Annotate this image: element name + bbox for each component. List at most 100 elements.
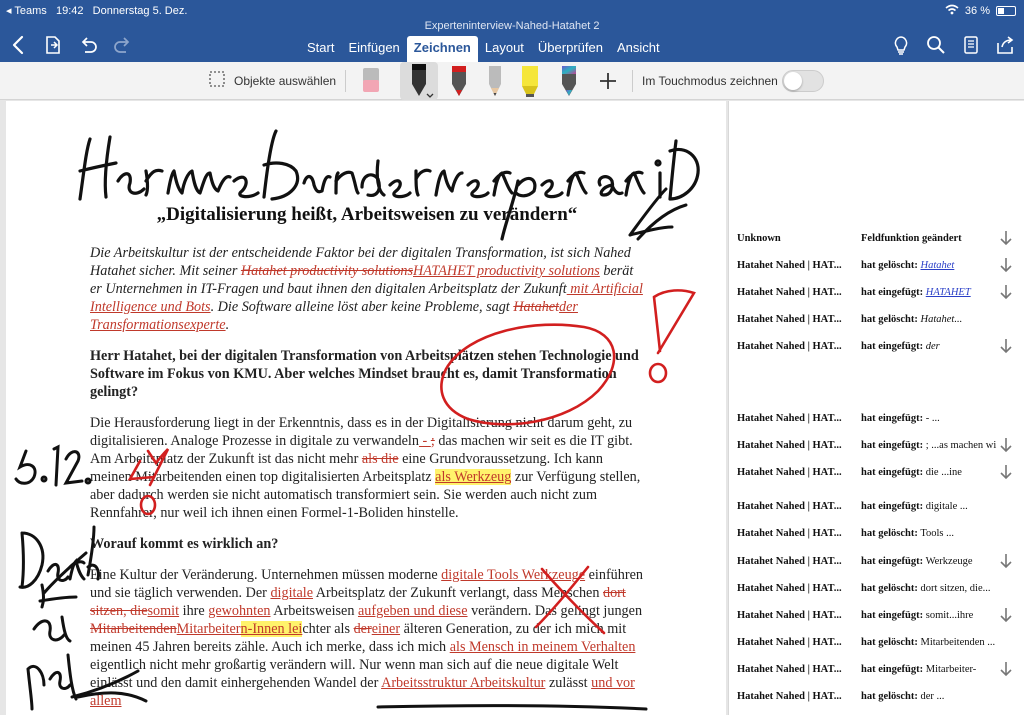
- status-date: Donnerstag 5. Dez.: [92, 5, 188, 17]
- markup-row[interactable]: Hatahet Nahed | HAT... hat eingefügt: som…: [737, 608, 1017, 626]
- markup-author: Hatahet Nahed | HAT...: [737, 691, 842, 702]
- add-pen-icon[interactable]: [597, 62, 619, 100]
- markup-change: hat gelöscht: Hatahet: [861, 260, 997, 271]
- markup-row[interactable]: Hatahet Nahed | HAT... hat eingefügt: Wer…: [737, 554, 1017, 572]
- pen-galaxy-tool[interactable]: [558, 62, 580, 100]
- markup-action: hat eingefügt:: [861, 287, 924, 298]
- markup-header: Unknown Feldfunktion geändert: [737, 231, 1017, 249]
- expand-arrow-icon[interactable]: [999, 256, 1013, 274]
- document-title[interactable]: Experteninterview-Nahed-Hatahet 2: [0, 20, 1024, 32]
- markup-row[interactable]: Hatahet Nahed | HAT... hat eingefügt: ; .…: [737, 438, 1017, 456]
- markup-detail: Werkzeuge: [925, 556, 973, 567]
- expand-arrow-icon[interactable]: [999, 436, 1013, 454]
- pencil-tool[interactable]: [484, 62, 506, 100]
- back-to-app-link[interactable]: ◂ Teams: [6, 5, 47, 17]
- inserted-text: -: [418, 433, 431, 449]
- highlighter-yellow-tool[interactable]: [518, 62, 542, 100]
- markup-row[interactable]: Hatahet Nahed | HAT... hat gelöscht: Hata…: [737, 258, 1017, 276]
- inserted-text: Mitarbeiter: [176, 621, 241, 637]
- search-icon[interactable]: [925, 34, 947, 56]
- inserted-text: digitale Tools Werkzeuge: [441, 567, 586, 583]
- text-run: . Die Software alleine löst aber keine P…: [210, 299, 514, 315]
- markup-change: hat gelöscht: Tools ...: [861, 528, 997, 539]
- markup-detail: dort sitzen, die...: [920, 583, 991, 594]
- text-run: ihre: [179, 603, 209, 619]
- expand-arrow-icon[interactable]: [999, 463, 1013, 481]
- file-icon[interactable]: [42, 34, 64, 56]
- inserted-text: gewohnten: [208, 603, 271, 619]
- markup-author: Hatahet Nahed | HAT...: [737, 556, 842, 567]
- markup-action: hat eingefügt:: [861, 440, 924, 451]
- markup-detail: Mitarbeiter-: [925, 664, 977, 675]
- markup-author: Hatahet Nahed | HAT...: [737, 314, 842, 325]
- tab-ansicht[interactable]: Ansicht: [610, 36, 667, 62]
- tab-einfuegen[interactable]: Einfügen: [341, 36, 406, 62]
- markup-row[interactable]: Hatahet Nahed | HAT... hat gelöscht: der …: [737, 691, 1017, 707]
- markup-row[interactable]: Hatahet Nahed | HAT... hat eingefügt: dig…: [737, 501, 1017, 517]
- markup-row[interactable]: Hatahet Nahed | HAT... hat eingefügt: Mit…: [737, 662, 1017, 680]
- expand-arrow-icon[interactable]: [999, 229, 1013, 247]
- inserted-text: digitale: [270, 585, 313, 601]
- markup-change: hat eingefügt: HATAHET: [861, 287, 997, 298]
- inserted-text: als Mensch in meinem Verhalten: [449, 639, 636, 655]
- pen-red-tool[interactable]: [448, 62, 470, 100]
- share-icon[interactable]: [994, 34, 1016, 56]
- document-body[interactable]: „Digitalisierung heißt, Arbeitsweisen zu…: [90, 204, 644, 715]
- markup-detail: somit...ihre: [925, 610, 974, 621]
- toggle-switch[interactable]: [782, 70, 824, 92]
- interview-question: Worauf kommt es wirklich an?: [90, 536, 279, 552]
- markup-row[interactable]: Hatahet Nahed | HAT... hat gelöscht: Tool…: [737, 528, 1017, 544]
- battery-level: [998, 8, 1004, 14]
- text-run: verändern. Das gelingt jungen: [467, 603, 643, 619]
- expand-arrow-icon[interactable]: [999, 660, 1013, 678]
- markup-row[interactable]: Hatahet Nahed | HAT... hat gelöscht: Mita…: [737, 637, 1017, 653]
- article-title: „Digitalisierung heißt, Arbeitsweisen zu…: [156, 204, 578, 225]
- expand-arrow-icon[interactable]: [999, 283, 1013, 301]
- reading-view-icon[interactable]: [960, 34, 982, 56]
- markup-author: Hatahet Nahed | HAT...: [737, 583, 842, 594]
- expand-arrow-icon[interactable]: [999, 606, 1013, 624]
- markup-header-action: Feldfunktion geändert: [861, 233, 962, 244]
- markup-author: Hatahet Nahed | HAT...: [737, 341, 842, 352]
- touch-mode-text: Im Touchmodus zeichnen: [642, 74, 778, 88]
- redo-icon[interactable]: [112, 34, 134, 56]
- eraser-tool[interactable]: [360, 62, 382, 100]
- inserted-text: aufgeben und diese: [357, 603, 468, 619]
- markup-author: Hatahet Nahed | HAT...: [737, 501, 842, 512]
- expand-arrow-icon[interactable]: [999, 552, 1013, 570]
- markup-change: hat eingefügt: - ...: [861, 413, 997, 424]
- tab-zeichnen[interactable]: Zeichnen: [406, 36, 478, 62]
- markup-action: hat gelöscht:: [861, 528, 918, 539]
- inserted-text: Arbeitsstruktur Arbeitskultur: [381, 675, 546, 691]
- markup-row[interactable]: Hatahet Nahed | HAT... hat eingefügt: HAT…: [737, 285, 1017, 303]
- expand-arrow-icon[interactable]: [999, 337, 1013, 355]
- markup-detail: ; ...as machen wi: [925, 440, 997, 451]
- markup-pane[interactable]: Unknown Feldfunktion geändert Hatahet Na…: [728, 101, 1024, 715]
- undo-icon[interactable]: [77, 34, 99, 56]
- tab-layout[interactable]: Layout: [478, 36, 531, 62]
- touch-mode-toggle[interactable]: [782, 62, 824, 100]
- text-run: Arbeitsweisen: [270, 603, 358, 619]
- markup-row[interactable]: Hatahet Nahed | HAT... hat eingefügt: die…: [737, 465, 1017, 483]
- markup-row[interactable]: Hatahet Nahed | HAT... hat gelöscht: Hata…: [737, 314, 1017, 330]
- ribbon-divider: [632, 70, 633, 92]
- markup-detail: die ...ine: [925, 467, 962, 478]
- select-objects-button[interactable]: Objekte auswählen: [208, 62, 336, 100]
- document-page[interactable]: „Digitalisierung heißt, Arbeitsweisen zu…: [6, 101, 726, 715]
- back-icon[interactable]: [8, 34, 30, 56]
- handwriting-date: [14, 444, 92, 487]
- markup-change: hat gelöscht: der ...: [861, 691, 997, 702]
- lightbulb-icon[interactable]: [890, 34, 912, 56]
- tab-ueberpruefen[interactable]: Überprüfen: [531, 36, 610, 62]
- markup-author: Hatahet Nahed | HAT...: [737, 637, 842, 648]
- text-run: .: [225, 317, 230, 333]
- text-run: zulässt: [545, 675, 592, 691]
- inserted-text: HATAHET productivity solutions: [413, 263, 600, 279]
- pen-black-tool[interactable]: [400, 62, 438, 100]
- tab-start[interactable]: Start: [300, 36, 341, 62]
- markup-row[interactable]: Hatahet Nahed | HAT... hat gelöscht: dort…: [737, 583, 1017, 599]
- markup-row[interactable]: Hatahet Nahed | HAT... hat eingefügt: der: [737, 339, 1017, 357]
- markup-change: hat eingefügt: digitale ...: [861, 501, 997, 512]
- title-bar: ◂ Teams 19:42 Donnerstag 5. Dez. 36 % Ex…: [0, 0, 1024, 62]
- markup-row[interactable]: Hatahet Nahed | HAT... hat eingefügt: - .…: [737, 413, 1017, 429]
